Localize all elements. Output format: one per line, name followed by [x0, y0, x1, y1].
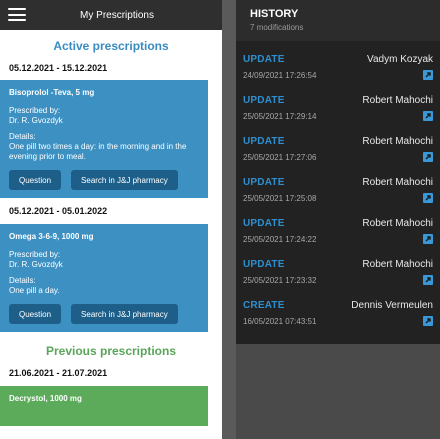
- external-link-icon[interactable]: [423, 234, 433, 244]
- history-entry: UPDATE Robert Mahochi 25/05/2021 17:23:32: [236, 249, 440, 290]
- question-button[interactable]: Question: [9, 170, 62, 190]
- modified-by-user: Robert Mahochi: [362, 136, 433, 147]
- modified-by-user: Robert Mahochi: [362, 259, 433, 270]
- prescription-name: Decrystol, 1000 mg: [9, 394, 82, 403]
- details-label: Details:: [9, 132, 36, 141]
- history-entry: UPDATE Robert Mahochi 25/05/2021 17:27:06: [236, 126, 440, 167]
- modification-timestamp: 25/05/2021 17:27:06: [243, 153, 317, 162]
- prescription-details: One pill two times a day: in the morning…: [9, 142, 187, 161]
- prescription-details: One pill a day.: [9, 286, 60, 295]
- prescription-date-range: 21.06.2021 - 21.07.2021: [9, 368, 108, 378]
- external-link-icon[interactable]: [423, 316, 433, 326]
- modified-by-user: Dennis Vermeulen: [351, 300, 433, 311]
- prescriber-name: Dr. R. Gvozdyk: [9, 116, 63, 125]
- external-link-icon[interactable]: [423, 275, 433, 285]
- question-button[interactable]: Question: [9, 304, 62, 324]
- history-title: HISTORY: [250, 8, 299, 20]
- modified-by-user: Robert Mahochi: [362, 218, 433, 229]
- prescription-name: Bisoprolol -Teva, 5 mg: [9, 88, 95, 97]
- external-link-icon[interactable]: [423, 193, 433, 203]
- history-panel: HISTORY 7 modifications UPDATE Vadym Kozy…: [236, 0, 440, 344]
- search-pharmacy-button[interactable]: Search in J&J pharmacy: [71, 304, 178, 324]
- history-list: UPDATE Vadym Kozyak 24/09/2021 17:26:54 UPD…: [236, 41, 440, 331]
- prescription-name: Omega 3-6-9, 1000 mg: [9, 232, 94, 241]
- modification-type: CREATE: [243, 300, 285, 311]
- modification-timestamp: 16/05/2021 07:43:51: [243, 317, 317, 326]
- history-entry: UPDATE Robert Mahochi 25/05/2021 17:24:22: [236, 208, 440, 249]
- prescribed-by-label: Prescribed by:: [9, 106, 61, 115]
- modification-count: 7 modifications: [250, 23, 304, 32]
- history-entry: UPDATE Robert Mahochi 25/05/2021 17:25:08: [236, 167, 440, 208]
- modification-timestamp: 25/05/2021 17:23:32: [243, 276, 317, 285]
- external-link-icon[interactable]: [423, 111, 433, 121]
- active-prescriptions-heading: Active prescriptions: [53, 39, 169, 53]
- modification-type: UPDATE: [243, 177, 285, 188]
- modification-type: UPDATE: [243, 95, 285, 106]
- modification-timestamp: 24/09/2021 17:26:54: [243, 71, 317, 80]
- history-header: HISTORY 7 modifications: [236, 0, 440, 41]
- hamburger-icon[interactable]: [8, 8, 26, 21]
- previous-prescriptions-heading: Previous prescriptions: [45, 344, 177, 358]
- history-entry: UPDATE Vadym Kozyak 24/09/2021 17:26:54: [236, 44, 440, 85]
- external-link-icon[interactable]: [423, 70, 433, 80]
- modified-by-user: Vadym Kozyak: [367, 54, 433, 65]
- modified-by-user: Robert Mahochi: [362, 95, 433, 106]
- modification-type: UPDATE: [243, 218, 285, 229]
- prescription-date-range: 05.12.2021 - 15.12.2021: [9, 63, 108, 73]
- modification-type: UPDATE: [243, 54, 285, 65]
- prescription-card: Decrystol, 1000 mg: [0, 386, 208, 426]
- prescription-date-range: 05.12.2021 - 05.01.2022: [9, 206, 108, 216]
- search-pharmacy-button[interactable]: Search in J&J pharmacy: [71, 170, 178, 190]
- external-link-icon[interactable]: [423, 152, 433, 162]
- prescription-card: Bisoprolol -Teva, 5 mg Prescribed by: Dr…: [0, 80, 208, 198]
- details-label: Details:: [9, 276, 36, 285]
- history-entry: CREATE Dennis Vermeulen 16/05/2021 07:43:5…: [236, 290, 440, 331]
- modification-type: UPDATE: [243, 259, 285, 270]
- modified-by-user: Robert Mahochi: [362, 177, 433, 188]
- modification-type: UPDATE: [243, 136, 285, 147]
- modification-timestamp: 25/05/2021 17:24:22: [243, 235, 317, 244]
- prescriber-name: Dr. R. Gvozdyk: [9, 260, 63, 269]
- top-bar: My Prescriptions: [0, 0, 222, 30]
- page-title: My Prescriptions: [80, 9, 154, 21]
- modification-timestamp: 25/05/2021 17:29:14: [243, 112, 317, 121]
- prescription-card: Omega 3-6-9, 1000 mg Prescribed by: Dr. …: [0, 224, 208, 332]
- modification-timestamp: 25/05/2021 17:25:08: [243, 194, 317, 203]
- history-entry: UPDATE Robert Mahochi 25/05/2021 17:29:14: [236, 85, 440, 126]
- prescriptions-app: My Prescriptions Active prescriptions 05…: [0, 0, 222, 439]
- prescribed-by-label: Prescribed by:: [9, 250, 61, 259]
- panel-divider: [222, 0, 236, 439]
